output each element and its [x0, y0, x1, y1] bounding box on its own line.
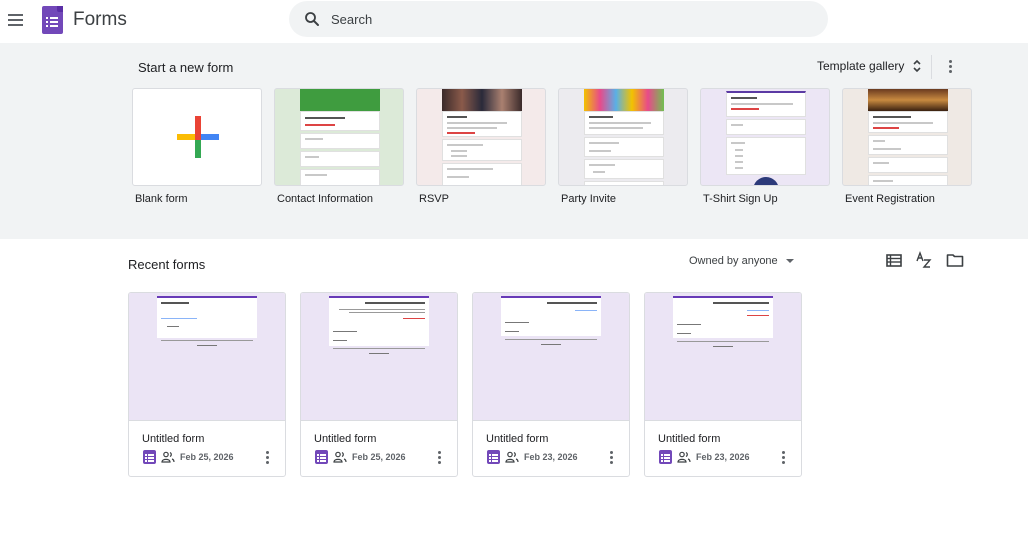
template-thumbnail[interactable]: [132, 88, 262, 186]
more-vert-icon[interactable]: [259, 448, 275, 466]
form-title: Untitled form: [658, 433, 721, 445]
form-preview[interactable]: [473, 293, 629, 421]
unfold-icon: [913, 59, 921, 73]
form-date: Feb 25, 2026: [352, 452, 406, 462]
template-label: Party Invite: [561, 193, 617, 205]
template-header-image: [442, 89, 522, 111]
template-gallery-button[interactable]: Template gallery: [811, 53, 928, 79]
template-label: Blank form: [135, 193, 188, 205]
template-label: Event Registration: [845, 193, 935, 205]
divider: [931, 55, 932, 79]
plus-icon: [177, 116, 219, 158]
template-party-invite[interactable]: Party Invite: [558, 88, 688, 205]
template-section: Start a new form Template gallery Blank …: [0, 43, 1028, 239]
template-thumbnail[interactable]: [416, 88, 546, 186]
more-vert-icon[interactable]: [940, 56, 960, 76]
folder-icon[interactable]: [945, 250, 965, 270]
owner-filter-label: Owned by anyone: [689, 255, 778, 267]
search-input[interactable]: [331, 9, 801, 29]
app-name[interactable]: Forms: [73, 9, 127, 31]
form-preview[interactable]: [645, 293, 801, 421]
list-view-icon[interactable]: [884, 250, 904, 270]
recent-form-card[interactable]: Untitled form Feb 23, 2026: [472, 292, 630, 477]
template-header-image: [868, 89, 948, 111]
recent-form-card[interactable]: Untitled form Feb 25, 2026: [300, 292, 458, 477]
shared-people-icon: [161, 451, 175, 463]
top-app-bar: Forms: [0, 0, 1028, 42]
form-title: Untitled form: [314, 433, 377, 445]
search-bar[interactable]: [289, 1, 828, 37]
sort-az-icon[interactable]: [914, 250, 934, 270]
shared-people-icon: [333, 451, 347, 463]
template-event-registration[interactable]: Event Registration: [842, 88, 972, 205]
template-contact-information[interactable]: Contact Information: [274, 88, 404, 205]
recent-form-card[interactable]: Untitled form Feb 25, 2026: [128, 292, 286, 477]
tshirt-image: [753, 177, 779, 185]
owner-filter-dropdown[interactable]: Owned by anyone: [683, 252, 800, 270]
forms-icon: [315, 450, 328, 464]
form-date: Feb 25, 2026: [180, 452, 234, 462]
template-header-image: [300, 89, 380, 111]
recent-form-card[interactable]: Untitled form Feb 23, 2026: [644, 292, 802, 477]
template-rsvp[interactable]: RSVP: [416, 88, 546, 205]
template-thumbnail[interactable]: [842, 88, 972, 186]
recent-forms-heading: Recent forms: [128, 257, 206, 272]
form-preview[interactable]: [301, 293, 457, 421]
template-label: RSVP: [419, 193, 449, 205]
dropdown-arrow-icon: [785, 259, 794, 263]
shared-people-icon: [505, 451, 519, 463]
form-date: Feb 23, 2026: [696, 452, 750, 462]
form-date: Feb 23, 2026: [524, 452, 578, 462]
more-vert-icon[interactable]: [775, 448, 791, 466]
form-preview[interactable]: [129, 293, 285, 421]
forms-icon: [487, 450, 500, 464]
template-label: T-Shirt Sign Up: [703, 193, 778, 205]
template-thumbnail[interactable]: [700, 88, 830, 186]
forms-icon: [143, 450, 156, 464]
template-blank-form[interactable]: Blank form: [132, 88, 262, 205]
form-title: Untitled form: [142, 433, 205, 445]
start-new-form-heading: Start a new form: [138, 60, 234, 75]
template-thumbnail[interactable]: [274, 88, 404, 186]
template-header-image: [584, 89, 664, 111]
search-icon[interactable]: [303, 10, 321, 28]
template-label: Contact Information: [277, 193, 373, 205]
more-vert-icon[interactable]: [431, 448, 447, 466]
template-gallery-label: Template gallery: [817, 59, 905, 73]
hamburger-menu-icon[interactable]: [7, 10, 25, 28]
template-tshirt-sign-up[interactable]: T-Shirt Sign Up: [700, 88, 830, 205]
form-title: Untitled form: [486, 433, 549, 445]
forms-logo-icon[interactable]: [42, 6, 63, 34]
shared-people-icon: [677, 451, 691, 463]
forms-icon: [659, 450, 672, 464]
more-vert-icon[interactable]: [603, 448, 619, 466]
template-thumbnail[interactable]: [558, 88, 688, 186]
